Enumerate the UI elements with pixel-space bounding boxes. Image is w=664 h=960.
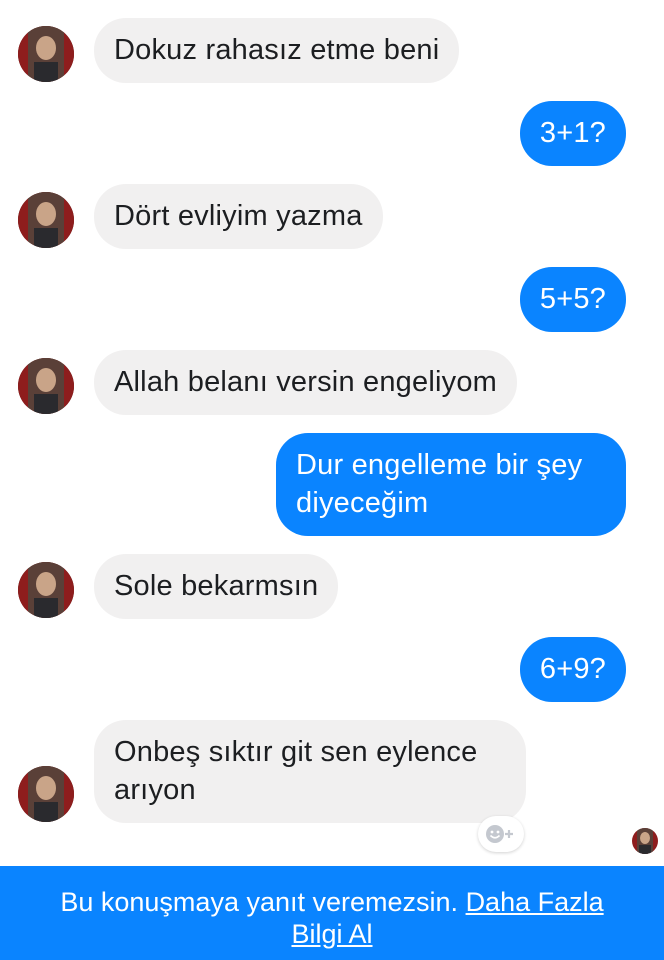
contact-avatar-icon[interactable] xyxy=(18,766,74,822)
incoming-message[interactable]: Onbeş sıktır git sen eylence arıyon xyxy=(94,720,526,823)
blocked-notice-text: Bu konuşmaya yanıt veremezsin. xyxy=(60,887,459,917)
incoming-message[interactable]: Allah belanı versin engeliyom xyxy=(94,350,518,415)
contact-avatar-icon[interactable] xyxy=(18,562,74,618)
incoming-message[interactable]: Dört evliyim yazma xyxy=(94,184,383,249)
contact-avatar-icon[interactable] xyxy=(18,358,74,414)
learn-more-link-line1[interactable]: Daha Fazla xyxy=(466,887,604,917)
learn-more-link-line2[interactable]: Bilgi Al xyxy=(291,919,372,949)
contact-avatar-icon[interactable] xyxy=(18,192,74,248)
add-reaction-icon xyxy=(486,825,513,843)
outgoing-message[interactable]: 5+5? xyxy=(519,267,626,332)
blocked-notice-bar: Bu konuşmaya yanıt veremezsin. Daha Fazl… xyxy=(0,866,664,960)
outgoing-message[interactable]: Dur engelleme bir şey diyeceğim xyxy=(276,433,626,536)
chat-thread[interactable]: Dokuz rahasız etme beni 3+1? Dört evliyi… xyxy=(0,0,664,866)
incoming-message[interactable]: Sole bekarmsın xyxy=(94,554,339,619)
contact-avatar-icon[interactable] xyxy=(18,26,74,82)
outgoing-message[interactable]: 6+9? xyxy=(519,637,626,702)
incoming-message[interactable]: Dokuz rahasız etme beni xyxy=(94,18,460,83)
add-reaction-button[interactable] xyxy=(478,816,524,852)
outgoing-message[interactable]: 3+1? xyxy=(519,101,626,166)
seen-avatar-icon xyxy=(632,828,658,854)
